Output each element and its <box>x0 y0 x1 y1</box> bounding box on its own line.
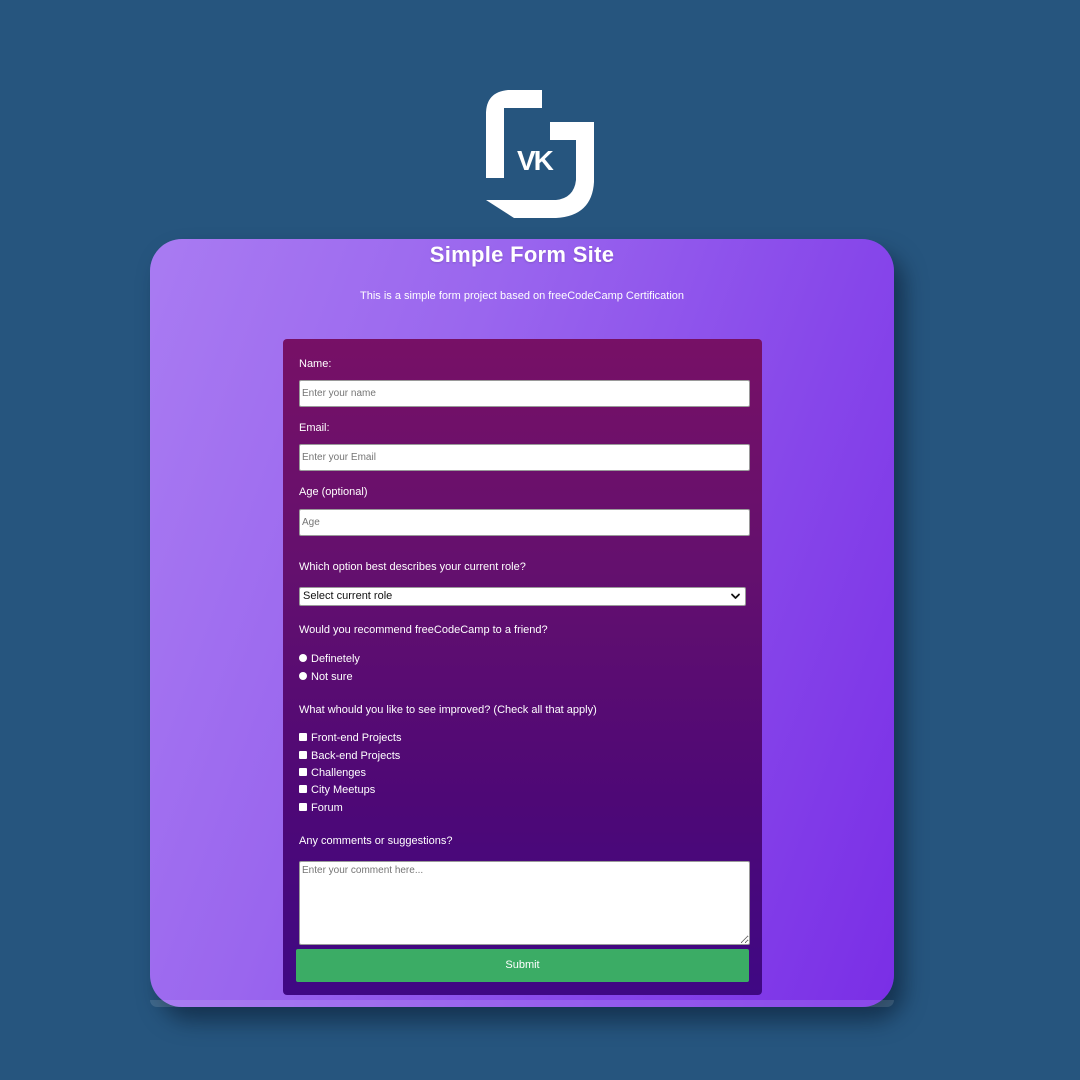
comments-label: Any comments or suggestions? <box>299 835 453 847</box>
comments-textarea[interactable] <box>299 861 750 945</box>
card-bottom-edge <box>150 1000 894 1007</box>
form-card: Simple Form Site This is a simple form p… <box>150 239 894 1007</box>
recommend-option-not-sure[interactable]: Not sure <box>299 670 353 684</box>
survey-form: Name: Email: Age (optional) Which option… <box>283 339 762 995</box>
vk-logo-icon: VK <box>486 90 594 218</box>
checkbox-label: Back-end Projects <box>311 750 401 762</box>
recommend-option-definetely[interactable]: Definetely <box>299 652 360 666</box>
role-label: Which option best describes your current… <box>299 561 526 573</box>
radio-label: Not sure <box>311 671 353 683</box>
checkbox[interactable] <box>299 751 307 760</box>
checkbox-label: Challenges <box>311 767 367 779</box>
checkbox[interactable] <box>299 733 307 742</box>
name-input[interactable] <box>299 380 750 407</box>
page-subtitle: This is a simple form project based on f… <box>359 290 685 302</box>
logo-text: VK <box>517 145 554 176</box>
name-label: Name: <box>299 358 332 370</box>
improve-option-challenges[interactable]: Challenges <box>299 766 366 780</box>
email-label: Email: <box>299 422 330 434</box>
age-input[interactable] <box>299 509 750 536</box>
checkbox-label: Front-end Projects <box>311 732 402 744</box>
checkbox-label: City Meetups <box>311 784 376 796</box>
email-input[interactable] <box>299 444 750 471</box>
checkbox[interactable] <box>299 768 307 777</box>
checkbox[interactable] <box>299 785 307 794</box>
checkbox-label: Forum <box>311 802 343 814</box>
improve-label: What whould you like to see improved? (C… <box>299 704 597 716</box>
recommend-label: Would you recommend freeCodeCamp to a fr… <box>299 624 548 636</box>
improve-option-forum[interactable]: Forum <box>299 801 343 815</box>
radio-button[interactable] <box>299 654 307 663</box>
radio-label: Definetely <box>311 653 360 665</box>
age-label: Age (optional) <box>299 486 368 498</box>
role-select[interactable]: Select current role <box>299 587 746 606</box>
checkbox[interactable] <box>299 803 307 812</box>
submit-button[interactable]: Submit <box>296 949 749 982</box>
chevron-down-icon <box>731 593 740 599</box>
radio-button[interactable] <box>299 672 307 681</box>
role-select-value: Select current role <box>303 590 393 602</box>
improve-option-front-end[interactable]: Front-end Projects <box>299 731 401 745</box>
improve-option-city-meetups[interactable]: City Meetups <box>299 783 375 797</box>
page-title: Simple Form Site <box>429 242 615 267</box>
improve-option-back-end[interactable]: Back-end Projects <box>299 749 400 763</box>
